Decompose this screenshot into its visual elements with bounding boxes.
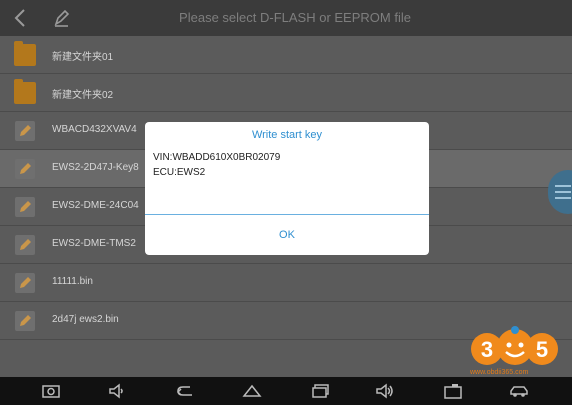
list-item[interactable]: 11111.bin — [0, 264, 572, 302]
write-start-key-dialog: Write start key VIN:WBADD610X0BR02079 EC… — [145, 122, 429, 255]
file-edit-icon — [14, 234, 36, 256]
android-nav-bar — [0, 377, 572, 405]
title-bar: Please select D-FLASH or EEPROM file — [0, 0, 572, 36]
list-item[interactable]: 新建文件夹01 — [0, 36, 572, 74]
vin-text: VIN:WBADD610X0BR02079 — [153, 152, 281, 163]
file-edit-icon — [14, 310, 36, 332]
ok-button[interactable]: OK — [145, 218, 429, 252]
folder-icon — [14, 79, 36, 104]
dialog-divider — [145, 214, 429, 215]
car-icon[interactable] — [508, 381, 530, 401]
volume-up-icon[interactable] — [374, 381, 396, 401]
back-icon[interactable] — [174, 381, 196, 401]
svg-text:3: 3 — [481, 337, 493, 362]
page-title: Please select D-FLASH or EEPROM file — [179, 10, 411, 25]
file-name: 11111.bin — [52, 276, 93, 287]
screenshot-icon[interactable] — [40, 381, 62, 401]
file-name: WBACD432XVAV4 — [52, 124, 137, 135]
dialog-title: Write start key — [251, 129, 323, 141]
file-name: EWS2-DME-TMS2 — [52, 238, 136, 249]
file-edit-icon — [14, 158, 36, 180]
back-arrow-icon[interactable] — [10, 6, 32, 30]
ecu-text: ECU:EWS2 — [153, 167, 206, 178]
file-name: EWS2-DME-24C04 — [52, 200, 139, 211]
file-name: 新建文件夹01 — [52, 52, 114, 63]
file-edit-icon — [14, 196, 36, 218]
volume-down-icon[interactable] — [106, 381, 128, 401]
file-name: EWS2-2D47J-Key8 — [52, 162, 139, 173]
file-edit-icon — [14, 120, 36, 142]
pencil-icon[interactable] — [50, 6, 72, 30]
obdii365-logo: 3 5 — [470, 325, 560, 370]
recent-apps-icon[interactable] — [308, 381, 330, 401]
file-edit-icon — [14, 272, 36, 294]
file-name: 新建文件夹02 — [52, 90, 114, 101]
svg-text:5: 5 — [536, 337, 548, 362]
home-icon[interactable] — [241, 381, 263, 401]
camera-icon[interactable] — [442, 381, 464, 401]
file-name: 2d47j ews2.bin — [52, 314, 119, 325]
watermark-url: www.obdii365.com — [470, 369, 529, 376]
folder-icon — [14, 41, 36, 66]
list-item[interactable]: 新建文件夹02 — [0, 74, 572, 112]
